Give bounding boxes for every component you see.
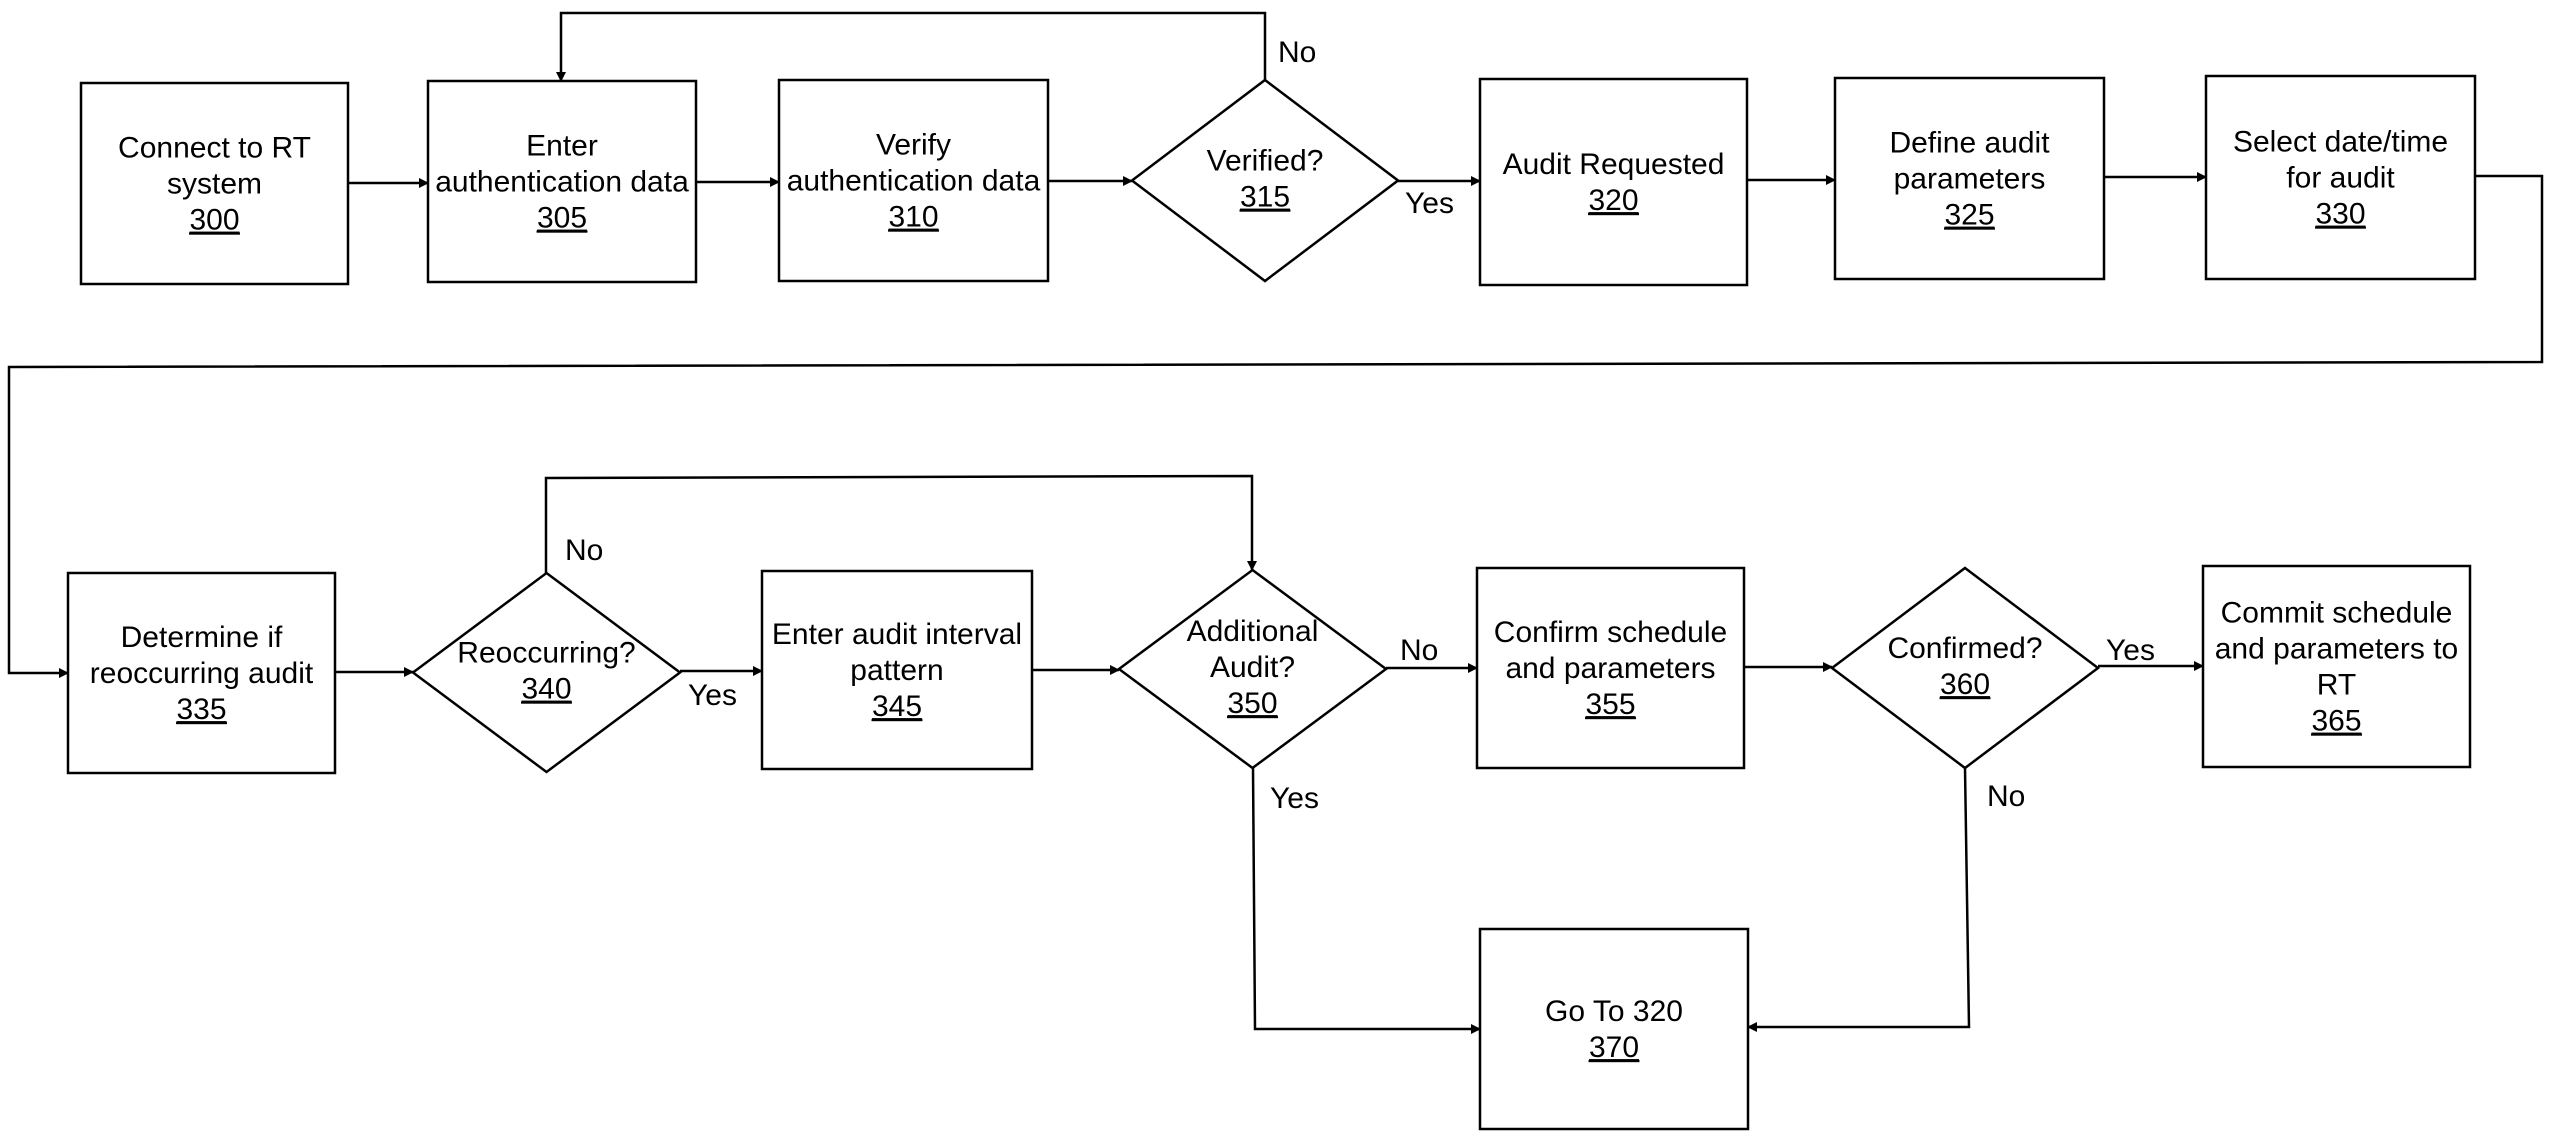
node-label-line: Additional [1187, 615, 1319, 648]
edge-label-yes: Yes [688, 679, 737, 712]
node-label-line: Audit? [1210, 651, 1295, 684]
node-label-line: pattern [850, 654, 943, 687]
process-node-305: Enterauthentication data305 [426, 79, 698, 284]
edge-label-yes: Yes [1270, 782, 1319, 815]
node-label-line: Confirm schedule [1494, 616, 1727, 649]
node-label-line: Determine if [121, 621, 283, 654]
process-node-335: Determine ifreoccurring audit335 [66, 571, 337, 775]
node-label-line: parameters [1894, 163, 2046, 196]
process-node-365: Commit scheduleand parameters toRT365 [2201, 564, 2472, 769]
process-node-320: Audit Requested320 [1478, 77, 1749, 287]
node-reference-number: 335 [176, 693, 226, 726]
node-label-line: for audit [2286, 162, 2395, 195]
process-box [1478, 927, 1750, 1131]
node-label-line: Verify [876, 129, 951, 162]
node-label-line: system [167, 168, 262, 201]
edge-label-no: No [565, 534, 603, 567]
node-label-line: and parameters to [2215, 633, 2458, 666]
edge-315-to-305 [556, 11, 1267, 82]
process-node-355: Confirm scheduleand parameters355 [1475, 566, 1746, 770]
node-reference-number: 325 [1944, 199, 1994, 232]
process-node-370: Go To 320370 [1478, 927, 1750, 1131]
node-reference-number: 330 [2315, 198, 2365, 231]
node-reference-number: 345 [872, 690, 922, 723]
decision-node-340: Reoccurring?340 [410, 571, 683, 774]
edge-label-yes: Yes [1405, 187, 1454, 220]
node-reference-number: 315 [1240, 181, 1290, 214]
node-reference-number: 305 [537, 202, 587, 235]
process-node-300: Connect to RTsystem300 [79, 81, 350, 286]
process-node-330: Select date/timefor audit330 [2204, 74, 2477, 281]
process-node-345: Enter audit intervalpattern345 [760, 569, 1034, 771]
node-label-line: Enter audit interval [772, 618, 1022, 651]
process-node-325: Define auditparameters325 [1833, 76, 2106, 281]
flowchart-canvas: Connect to RTsystem300Enterauthenticatio… [7, 11, 2544, 1131]
node-label-line: Reoccurring? [457, 637, 635, 670]
node-reference-number: 370 [1589, 1031, 1639, 1064]
edge-340-to-350 [544, 474, 1257, 573]
node-reference-number: 300 [189, 204, 239, 237]
decision-node-315: Verified?315 [1129, 78, 1401, 283]
node-label-line: Audit Requested [1503, 148, 1725, 181]
node-label-line: authentication data [435, 166, 689, 199]
decision-node-350: AdditionalAudit?350 [1116, 568, 1389, 770]
node-label-line: Enter [526, 130, 598, 163]
node-label-line: RT [2317, 669, 2356, 702]
node-reference-number: 355 [1585, 688, 1635, 721]
nodes-layer: Connect to RTsystem300Enterauthenticatio… [66, 74, 2477, 1131]
node-label-line: and parameters [1505, 652, 1715, 685]
edge-label-no: No [1400, 634, 1438, 667]
decision-node-360: Confirmed?360 [1829, 566, 2101, 770]
edge-360-to-370 [1747, 767, 1971, 1032]
process-node-310: Verifyauthentication data310 [777, 78, 1050, 283]
node-reference-number: 350 [1227, 687, 1277, 720]
node-reference-number: 360 [1940, 668, 1990, 701]
node-label-line: Verified? [1207, 145, 1324, 178]
node-label-line: Confirmed? [1887, 632, 2042, 665]
node-label-line: reoccurring audit [90, 657, 314, 690]
node-label-line: Commit schedule [2221, 597, 2453, 630]
node-label-line: authentication data [787, 165, 1041, 198]
node-reference-number: 365 [2311, 705, 2361, 738]
node-reference-number: 310 [888, 201, 938, 234]
edge-label-no: No [1278, 36, 1316, 69]
node-reference-number: 340 [521, 673, 571, 706]
node-label-line: Select date/time [2233, 126, 2448, 159]
edge-label-yes: Yes [2106, 634, 2155, 667]
edge-label-no: No [1987, 780, 2025, 813]
process-box [1478, 77, 1749, 287]
node-label-line: Go To 320 [1545, 995, 1683, 1028]
node-reference-number: 320 [1588, 184, 1638, 217]
node-label-line: Define audit [1889, 127, 2050, 160]
node-label-line: Connect to RT [118, 132, 311, 165]
